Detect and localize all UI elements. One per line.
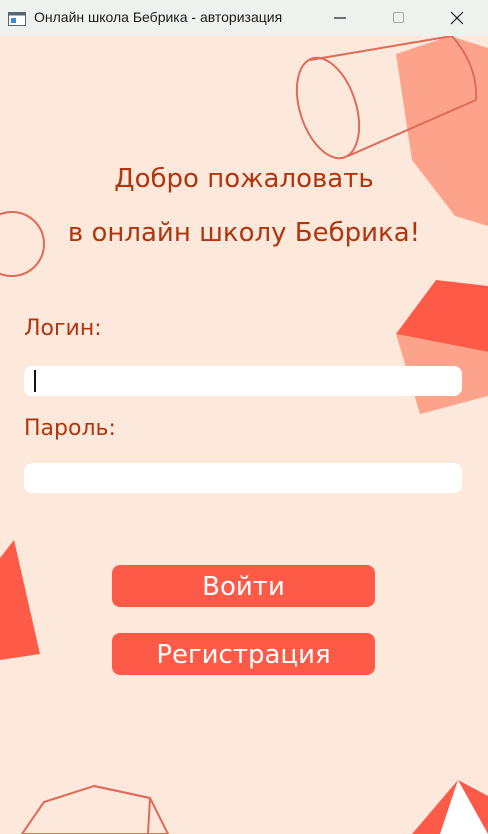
password-label: Пароль: <box>24 416 116 441</box>
left-triangle-shape <box>0 540 40 660</box>
bottom-polygon-outline <box>20 784 170 834</box>
app-window-icon <box>8 11 26 26</box>
password-input[interactable] <box>24 463 462 493</box>
login-label: Логин: <box>24 316 102 341</box>
auth-window-body: Добро пожаловать в онлайн школу Бебрика!… <box>0 36 488 834</box>
close-button[interactable] <box>428 0 484 36</box>
window-titlebar[interactable]: Онлайн школа Бебрика - авторизация <box>0 0 488 36</box>
close-icon <box>450 11 464 25</box>
text-caret <box>34 370 36 392</box>
maximize-icon <box>393 12 404 23</box>
register-button[interactable]: Регистрация <box>112 633 375 675</box>
welcome-line-1: Добро пожаловать <box>114 164 374 194</box>
login-button[interactable]: Войти <box>112 565 375 607</box>
minimize-button[interactable] <box>312 0 368 36</box>
window-title: Онлайн школа Бебрика - авторизация <box>34 9 283 25</box>
welcome-line-2: в онлайн школу Бебрика! <box>67 218 421 248</box>
top-right-polygon <box>396 36 488 226</box>
login-input[interactable] <box>24 366 462 396</box>
minimize-icon <box>334 17 346 19</box>
maximize-button[interactable] <box>370 0 426 36</box>
